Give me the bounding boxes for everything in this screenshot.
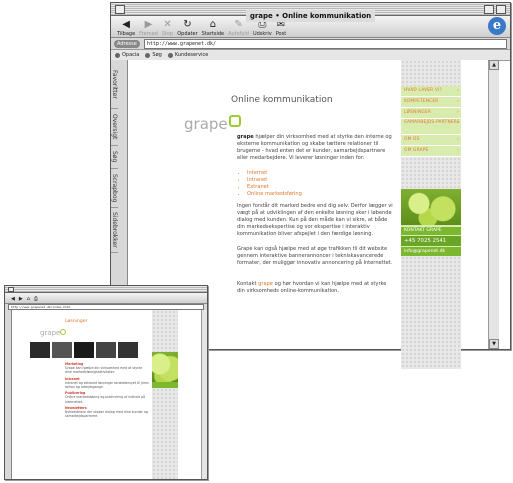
toolbar: ◀ ▶ ⌂ ⎙ — [5, 293, 207, 304]
title-bar[interactable]: grape • Online kommunikation — [111, 3, 510, 22]
tab-page-holder[interactable]: Sidebrokker — [111, 208, 118, 253]
window-title: grape • Online kommunikation — [245, 10, 376, 22]
nav-footer-pattern — [401, 256, 461, 369]
vertical-scrollbar[interactable]: ▲ ▼ — [488, 60, 499, 349]
address-input[interactable]: http://www.grapenet.dk/ — [143, 38, 507, 49]
contact-label[interactable]: KONTAKT GRAPE — [401, 227, 461, 235]
favorite-link[interactable]: Kundeservice — [167, 52, 208, 58]
favorite-icon — [145, 52, 151, 58]
stop-button[interactable]: ✕ Stop — [162, 19, 173, 37]
nav-pattern — [152, 310, 178, 352]
autofill-icon: ✎ — [234, 19, 243, 30]
tab-history[interactable]: Oversigt — [111, 109, 118, 146]
scroll-up-arrow[interactable]: ▲ — [489, 60, 499, 70]
nav-item-what-we-do[interactable]: HVAD LAVER VI? — [401, 86, 461, 97]
page-heading: Løsninger — [65, 319, 88, 324]
zoom-box[interactable] — [484, 5, 494, 14]
favorite-icon — [167, 52, 173, 58]
stop-icon: ✕ — [163, 19, 172, 30]
solutions-list: Internet Intranet Extranet Online marked… — [237, 170, 387, 198]
contact-phone: +45 7025 2541 — [401, 236, 461, 246]
home-button[interactable]: ⌂ Startside — [202, 19, 224, 37]
forward-arrow-icon: ▶ — [18, 296, 23, 302]
list-item[interactable]: Internet — [247, 170, 387, 177]
grape-logo: grape — [184, 115, 241, 133]
nav-item-about-grape[interactable]: OM GRAPE — [401, 146, 461, 157]
title-bar[interactable] — [5, 286, 207, 293]
browser-window-back: ◀ ▶ ⌂ ⎙ http://www.grapenet.dk/index.htm… — [4, 285, 208, 480]
page-heading: Online kommunikation — [231, 95, 333, 105]
nav-header-pattern — [401, 60, 461, 86]
body-paragraph: Ingen forstår dit marked bedre end dig s… — [237, 203, 393, 237]
right-nav: HVAD LAVER VI? KOMPETENCER LØSNINGER SAM… — [401, 60, 461, 369]
list-item[interactable]: Online markedsføring — [247, 191, 387, 198]
list-item[interactable]: Intranet — [247, 177, 387, 184]
nav-footer-pattern — [152, 388, 178, 479]
nav-item-partners[interactable]: SAMARBEJDS-PARTNERE — [401, 119, 461, 135]
nav-pattern — [401, 157, 461, 189]
thumbnail-image — [74, 342, 94, 358]
tab-favorites[interactable]: Favoritter — [111, 60, 118, 109]
favorite-link[interactable]: Søg — [145, 52, 162, 58]
close-box[interactable] — [8, 287, 14, 292]
list-item[interactable]: Extranet — [247, 184, 387, 191]
print-icon: ⎙ — [33, 296, 38, 302]
nav-item-competences[interactable]: KOMPETENCER — [401, 97, 461, 108]
favorite-icon — [115, 52, 120, 58]
ie-logo-icon: e — [488, 17, 506, 35]
scroll-down-arrow[interactable]: ▼ — [489, 339, 499, 349]
nav-item-about-us[interactable]: OM OS — [401, 135, 461, 146]
apples-image — [401, 189, 461, 225]
refresh-icon: ↻ — [183, 19, 192, 30]
close-box[interactable] — [115, 5, 125, 14]
print-button[interactable]: ⎙ — [34, 295, 38, 303]
vertical-scrollbar[interactable] — [201, 310, 207, 479]
favorite-link[interactable]: Opacia — [115, 52, 139, 58]
image-strip — [30, 342, 140, 358]
intro-paragraph: grape hjælper din virksomhed med at styr… — [237, 134, 392, 161]
forward-button[interactable]: ▶ Fremad — [139, 19, 158, 37]
address-bar: Adresse http://www.grapenet.dk/ — [111, 38, 510, 50]
solutions-text: Marketing Grape kan hjælpe din virksomhe… — [65, 362, 149, 419]
logo-square-icon — [60, 329, 67, 335]
apples-image — [152, 352, 178, 382]
refresh-button[interactable]: ↻ Opdater — [177, 19, 197, 37]
forward-button[interactable]: ▶ — [19, 295, 23, 303]
page-content: Løsninger grape Marketing Grape kan hjæl… — [12, 310, 207, 479]
contact-paragraph: Kontakt grape og hør hvordan vi kan hjæl… — [237, 281, 387, 294]
forward-arrow-icon: ▶ — [144, 19, 153, 30]
nav-item-solutions[interactable]: LØSNINGER — [401, 108, 461, 119]
contact-email[interactable]: info@grapenet.dk — [401, 247, 461, 256]
back-arrow-icon: ◀ — [122, 19, 130, 30]
thumbnail-image — [118, 342, 138, 358]
home-button[interactable]: ⌂ — [27, 295, 30, 303]
thumbnail-image — [96, 342, 116, 358]
grape-logo: grape — [40, 329, 67, 337]
back-button[interactable]: ◀ Tilbage — [117, 19, 135, 37]
tab-search[interactable]: Søg — [111, 146, 118, 169]
address-label: Adresse — [114, 39, 140, 48]
explorer-side-tabs — [5, 310, 12, 479]
back-arrow-icon: ◀ — [11, 296, 15, 302]
logo-square-icon — [228, 115, 241, 127]
thumbnail-image — [30, 342, 50, 358]
home-icon: ⌂ — [26, 296, 30, 302]
home-icon: ⌂ — [209, 19, 217, 30]
body-paragraph: Grape kan også hjælpe med at øge trafikk… — [237, 246, 393, 266]
tab-scrapbook[interactable]: Scrapbog — [111, 169, 118, 208]
grape-link[interactable]: grape — [258, 281, 273, 287]
back-button[interactable]: ◀ — [11, 295, 15, 303]
thumbnail-image — [52, 342, 72, 358]
collapse-box[interactable] — [496, 5, 506, 14]
right-nav — [152, 310, 178, 479]
